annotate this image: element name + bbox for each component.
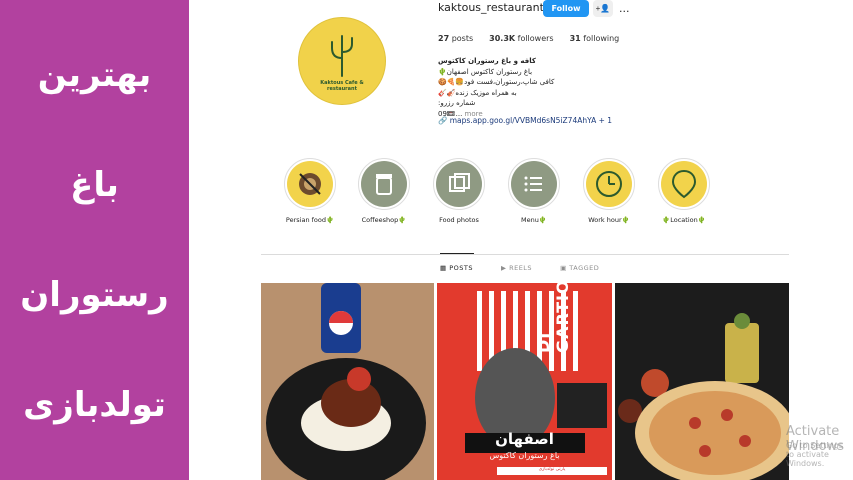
post-thumbnail-1[interactable] bbox=[261, 283, 434, 480]
highlight-food-photos[interactable]: Food photos bbox=[429, 158, 489, 224]
windows-watermark-subtitle: Go to Settings to activate Windows. bbox=[786, 441, 844, 468]
tagged-icon: ▣ bbox=[560, 264, 567, 272]
promo-word-4: تولدبازی bbox=[23, 385, 166, 425]
followers-count[interactable]: 30.3K followers bbox=[489, 34, 553, 43]
work-hour-icon bbox=[586, 161, 632, 207]
profile-link[interactable]: 🔗 maps.app.goo.gl/VVBMd6sN5iZ74AhYA + 1 bbox=[438, 116, 612, 125]
highlight-location[interactable]: 🌵Location🌵 bbox=[654, 158, 714, 224]
highlight-label: Menu🌵 bbox=[521, 216, 547, 224]
promo-word-3: رستوران bbox=[20, 275, 169, 315]
food-plate-image bbox=[261, 283, 434, 480]
highlight-work-hour[interactable]: Work hour🌵 bbox=[579, 158, 639, 224]
bio-line-4: شماره رزرو: bbox=[438, 99, 476, 107]
add-user-icon: +👤 bbox=[595, 4, 611, 13]
more-options-icon[interactable]: ... bbox=[619, 2, 630, 15]
bio-name: کافه و باغ رستوران کاکتوس bbox=[438, 57, 536, 65]
profile-stats: 27 posts 30.3K followers 31 following bbox=[438, 34, 619, 43]
post-garden-text: باغ رستوران کاکتوس bbox=[489, 451, 560, 460]
reels-icon: ▶ bbox=[501, 264, 507, 272]
story-highlights: Persian food🌵 Coffeeshop🌵 Food photos Me… bbox=[280, 158, 720, 228]
highlight-label: Persian food🌵 bbox=[285, 216, 335, 224]
post-event-strip: پارتی تولدبازی bbox=[497, 467, 607, 475]
active-tab-indicator bbox=[440, 253, 474, 254]
profile-avatar[interactable]: Kaktous Cafe & restaurant bbox=[298, 17, 386, 105]
promo-overlay-panel: بهترین باغ رستوران تولدبازی bbox=[0, 0, 189, 480]
follow-button[interactable]: Follow bbox=[543, 0, 589, 17]
menu-list-icon bbox=[511, 161, 557, 207]
highlight-label: Coffeeshop🌵 bbox=[361, 216, 407, 224]
profile-bio: کافه و باغ رستوران کاکتوس باغ رستوران کا… bbox=[438, 56, 638, 119]
add-user-button[interactable]: +👤 bbox=[593, 0, 613, 17]
highlight-menu[interactable]: Menu🌵 bbox=[504, 158, 564, 224]
bio-line-1: باغ رستوران کاکتوس اصفهان🌵 bbox=[438, 67, 533, 76]
highlight-persian-food[interactable]: Persian food🌵 bbox=[280, 158, 340, 224]
tab-reels[interactable]: ▶ REELS bbox=[501, 264, 532, 272]
posts-count[interactable]: 27 posts bbox=[438, 34, 473, 43]
location-pin-icon bbox=[661, 161, 707, 207]
persian-food-icon bbox=[287, 161, 333, 207]
coffee-cup-icon bbox=[361, 161, 407, 207]
bio-line-3: به همراه موزیک زنده🎻🎸 bbox=[438, 88, 517, 97]
highlight-label: Work hour🌵 bbox=[588, 216, 630, 224]
grid-icon: ▦ bbox=[440, 264, 447, 272]
post-city-text: اصفهان bbox=[495, 430, 554, 448]
link-icon: 🔗 bbox=[438, 116, 448, 125]
profile-link-text[interactable]: maps.app.goo.gl/VVBMd6sN5iZ74AhYA + 1 bbox=[450, 116, 612, 125]
pizza-image bbox=[615, 283, 789, 480]
profile-username: kaktous_restaurant bbox=[438, 1, 544, 14]
tab-posts[interactable]: ▦ POSTS bbox=[440, 264, 473, 272]
profile-tabs: ▦ POSTS ▶ REELS ▣ TAGGED bbox=[440, 264, 599, 272]
photos-icon bbox=[436, 161, 482, 207]
highlight-coffeeshop[interactable]: Coffeeshop🌵 bbox=[354, 158, 414, 224]
post-thumbnail-3[interactable] bbox=[615, 283, 789, 480]
highlight-label: Food photos bbox=[439, 216, 479, 224]
promo-word-2: باغ bbox=[70, 165, 119, 205]
post-dj-name: DJ GARTIO bbox=[534, 283, 572, 353]
highlight-label: 🌵Location🌵 bbox=[662, 216, 706, 224]
bio-line-2: کافی شاپ،رستوران،فست فود🍔🍕🍪 bbox=[438, 78, 555, 86]
post-thumbnail-2[interactable]: DJ GARTIO اصفهان باغ رستوران کاکتوس پارت… bbox=[437, 283, 612, 480]
following-count[interactable]: 31 following bbox=[570, 34, 620, 43]
avatar-caption: Kaktous Cafe & restaurant bbox=[320, 80, 364, 92]
tabs-divider bbox=[261, 254, 789, 255]
tab-tagged[interactable]: ▣ TAGGED bbox=[560, 264, 599, 272]
promo-word-1: بهترین bbox=[37, 55, 152, 95]
